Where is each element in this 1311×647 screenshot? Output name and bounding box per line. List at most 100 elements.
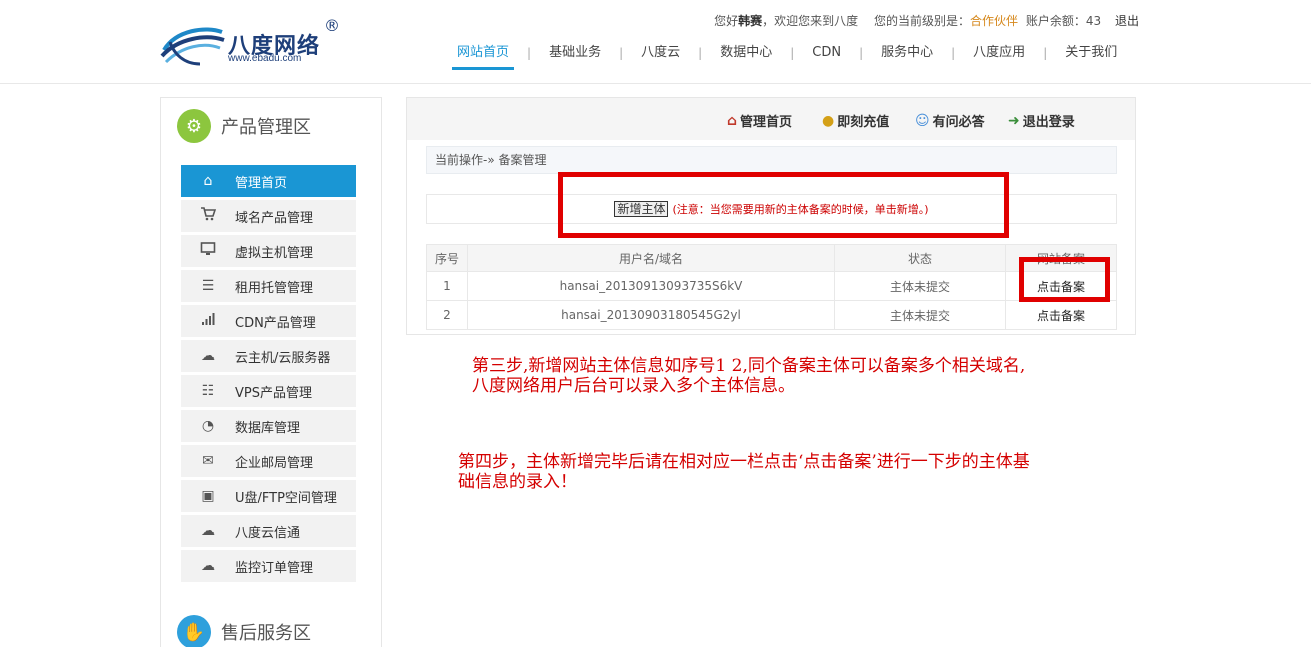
user-bar: 您好韩赛，欢迎您来到八度 您的当前级别是：合作伙伴 账户余额：43 退出 bbox=[710, 12, 1139, 29]
row-no: 2 bbox=[426, 300, 468, 330]
logo-url: www.ebadu.com bbox=[228, 53, 302, 64]
nav-separator: | bbox=[790, 46, 795, 60]
col-header-status: 状态 bbox=[834, 244, 1006, 272]
row-status: 主体未提交 bbox=[834, 300, 1006, 330]
file-record-button[interactable]: 点击备案 bbox=[1005, 300, 1117, 330]
table-row: 1 hansai_20130913093735S6kV 主体未提交 点击备案 bbox=[426, 271, 1117, 301]
logo-registered: ® bbox=[324, 16, 340, 35]
nav-data-center[interactable]: 数据中心 bbox=[708, 44, 784, 68]
product-section-title: 产品管理区 bbox=[221, 117, 311, 138]
nav-separator: | bbox=[527, 46, 532, 60]
toolbar-home-link[interactable]: ⌂ 管理首页 bbox=[727, 111, 793, 131]
step4-line1: 第四步，主体新增完毕后请在相对应一栏点击‘点击备案’进行一下步的主体基 bbox=[458, 452, 1030, 472]
sidebar-item-hosting[interactable]: ☰ 租用托管管理 bbox=[181, 270, 356, 302]
step3-note: 第三步,新增网站主体信息如序号1 2,同个备案主体可以备案多个相关域名, 八度网… bbox=[472, 356, 1025, 396]
sidebar-item-label: CDN产品管理 bbox=[235, 315, 316, 331]
nav-service-center[interactable]: 服务中心 bbox=[869, 44, 945, 68]
nav-cdn[interactable]: CDN bbox=[800, 44, 853, 68]
aftersales-section-header: ✋ 售后服务区 bbox=[177, 615, 311, 647]
cart-icon bbox=[181, 207, 235, 225]
aftersales-section-title: 售后服务区 bbox=[221, 623, 311, 644]
row-status: 主体未提交 bbox=[834, 271, 1006, 301]
table-row: 2 hansai_20130903180545G2yl 主体未提交 点击备案 bbox=[426, 300, 1117, 330]
greeting: 您好 bbox=[714, 14, 739, 28]
sidebar-item-label: 云主机/云服务器 bbox=[235, 350, 331, 366]
sidebar-item-label: U盘/FTP空间管理 bbox=[235, 490, 337, 506]
sidebar-item-label: 管理首页 bbox=[235, 175, 288, 191]
toolbar-home-label: 管理首页 bbox=[740, 115, 793, 130]
welcome-text: ，欢迎您来到八度 bbox=[762, 14, 859, 28]
sidebar-item-virtual-host[interactable]: 虚拟主机管理 bbox=[181, 235, 356, 267]
nav-badu-apps[interactable]: 八度应用 bbox=[961, 44, 1037, 68]
level-value: 合作伙伴 bbox=[970, 14, 1019, 28]
logout-link[interactable]: 退出 bbox=[1115, 14, 1139, 28]
sidebar-item-label: 企业邮局管理 bbox=[235, 455, 314, 471]
sidebar-item-label: VPS产品管理 bbox=[235, 385, 312, 401]
step4-line2: 础信息的录入！ bbox=[458, 472, 577, 492]
step3-line2: 八度网络用户后台可以录入多个主体信息。 bbox=[472, 376, 795, 396]
sidebar-item-cloud-message[interactable]: ☁ 八度云信通 bbox=[181, 515, 356, 547]
sidebar-item-database[interactable]: ◔ 数据库管理 bbox=[181, 410, 356, 442]
annotation-box-file bbox=[1019, 257, 1110, 302]
sidebar-menu: ⌂ 管理首页 域名产品管理 虚拟主机管理 ☰ 租用托管管理 CDN产品管理 ☁ bbox=[181, 165, 356, 585]
toolbar-faq-label: 有问必答 bbox=[932, 115, 985, 130]
house-icon: ⌂ bbox=[727, 112, 738, 129]
annotation-box-add bbox=[558, 172, 1009, 238]
filing-table: 序号 用户名/域名 状态 网站备案 1 hansai_2013091309373… bbox=[426, 244, 1117, 330]
exit-icon: ➜ bbox=[1008, 112, 1020, 129]
sidebar-item-label: 监控订单管理 bbox=[235, 560, 314, 576]
coins-icon: ● bbox=[822, 112, 835, 129]
nav-home[interactable]: 网站首页 bbox=[445, 44, 521, 70]
sidebar-item-monitor-orders[interactable]: ☁ 监控订单管理 bbox=[181, 550, 356, 582]
cloud-icon: ☁ bbox=[201, 558, 215, 574]
nav-about-us[interactable]: 关于我们 bbox=[1053, 44, 1129, 68]
toolbar: ⌂ 管理首页 ● 即刻充值 ☺ 有问必答 ➜ 退出登录 bbox=[407, 98, 1135, 140]
toolbar-logout-label: 退出登录 bbox=[1022, 115, 1075, 130]
header: 八度网络 ® www.ebadu.com 您好韩赛，欢迎您来到八度 您的当前级别… bbox=[0, 0, 1311, 84]
username: 韩赛 bbox=[738, 14, 763, 28]
row-no: 1 bbox=[426, 271, 468, 301]
sidebar-item-label: 租用托管管理 bbox=[235, 280, 314, 296]
sidebar-item-domains[interactable]: 域名产品管理 bbox=[181, 200, 356, 232]
nav-badu-cloud[interactable]: 八度云 bbox=[629, 44, 692, 68]
step4-note: 第四步，主体新增完毕后请在相对应一栏点击‘点击备案’进行一下步的主体基 础信息的… bbox=[458, 452, 1030, 492]
level-label: 您的当前级别是： bbox=[874, 14, 971, 28]
nav-separator: | bbox=[951, 46, 956, 60]
mail-icon: ✉ bbox=[202, 453, 214, 469]
logo[interactable]: 八度网络 ® www.ebadu.com bbox=[160, 16, 350, 70]
col-header-no: 序号 bbox=[426, 244, 468, 272]
col-header-user: 用户名/域名 bbox=[467, 244, 835, 272]
toolbar-recharge-link[interactable]: ● 即刻充值 bbox=[822, 111, 890, 131]
user-icon: ☺ bbox=[915, 112, 930, 129]
usb-icon: ▣ bbox=[201, 488, 215, 504]
balance-label: 账户余额： bbox=[1025, 14, 1086, 28]
sidebar-item-ftp[interactable]: ▣ U盘/FTP空间管理 bbox=[181, 480, 356, 512]
cloud-icon: ☁ bbox=[201, 523, 215, 539]
nav-separator: | bbox=[619, 46, 624, 60]
logo-swoosh-icon bbox=[160, 27, 225, 66]
sidebar-item-mail[interactable]: ✉ 企业邮局管理 bbox=[181, 445, 356, 477]
sidebar-item-vps[interactable]: ☷ VPS产品管理 bbox=[181, 375, 356, 407]
sidebar-item-cloud-server[interactable]: ☁ 云主机/云服务器 bbox=[181, 340, 356, 372]
sidebar-item-label: 虚拟主机管理 bbox=[235, 245, 314, 261]
toolbar-recharge-label: 即刻充值 bbox=[837, 115, 890, 130]
sidebar-item-management-home[interactable]: ⌂ 管理首页 bbox=[181, 165, 356, 197]
handshake-icon: ✋ bbox=[177, 615, 211, 647]
main-nav: 网站首页 | 基础业务 | 八度云 | 数据中心 | CDN | 服务中心 | … bbox=[445, 42, 1129, 70]
nav-separator: | bbox=[698, 46, 703, 60]
signal-icon bbox=[181, 312, 235, 330]
home-icon: ⌂ bbox=[203, 173, 213, 189]
monitor-icon bbox=[181, 242, 235, 260]
sidebar-item-cdn[interactable]: CDN产品管理 bbox=[181, 305, 356, 337]
toolbar-faq-link[interactable]: ☺ 有问必答 bbox=[915, 111, 985, 131]
nav-separator: | bbox=[859, 46, 864, 60]
toolbar-logout-link[interactable]: ➜ 退出登录 bbox=[1008, 111, 1075, 131]
nav-separator: | bbox=[1043, 46, 1048, 60]
row-user: hansai_20130913093735S6kV bbox=[467, 271, 835, 301]
nav-basic-business[interactable]: 基础业务 bbox=[537, 44, 613, 68]
sidebar: ⚙ 产品管理区 ⌂ 管理首页 域名产品管理 虚拟主机管理 ☰ 租用托管管理 CD… bbox=[160, 97, 382, 647]
row-user: hansai_20130903180545G2yl bbox=[467, 300, 835, 330]
sidebar-item-label: 域名产品管理 bbox=[235, 210, 314, 226]
product-section-header: ⚙ 产品管理区 bbox=[177, 109, 311, 143]
cloud-icon: ☁ bbox=[201, 348, 215, 364]
